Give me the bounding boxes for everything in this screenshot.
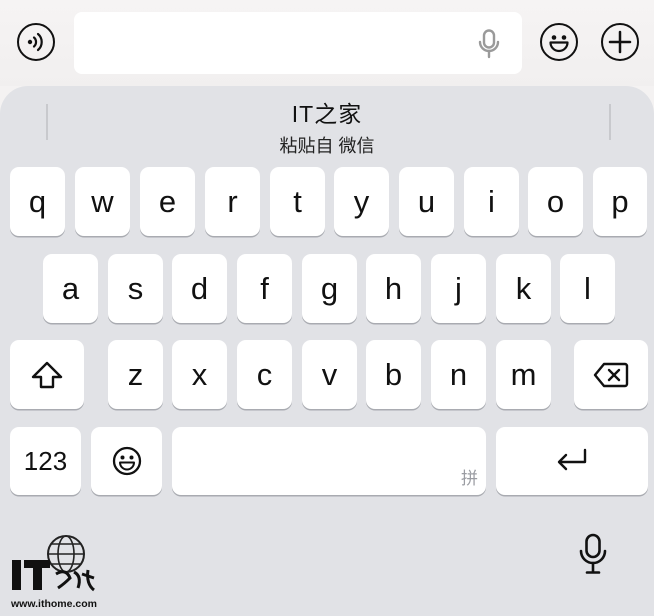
paste-source-label: 粘贴自 微信 xyxy=(279,136,375,156)
watermark-url: www.ithome.com xyxy=(11,598,97,610)
space-key[interactable]: 拼 xyxy=(172,427,486,495)
ithome-logo xyxy=(12,535,95,592)
key-k[interactable]: k xyxy=(496,254,551,323)
key-o[interactable]: o xyxy=(528,167,583,236)
chat-input-bar xyxy=(0,0,654,86)
input-method-hint: 拼 xyxy=(461,469,478,488)
key-l[interactable]: l xyxy=(560,254,615,323)
delete-icon xyxy=(593,362,629,387)
key-w[interactable]: w xyxy=(75,167,130,236)
return-icon xyxy=(557,448,587,471)
key-c[interactable]: c xyxy=(237,340,292,409)
key-v[interactable]: v xyxy=(302,340,357,409)
key-z[interactable]: z xyxy=(108,340,163,409)
shift-icon xyxy=(31,361,63,388)
delete-key[interactable] xyxy=(574,340,648,409)
key-e[interactable]: e xyxy=(140,167,195,236)
more-button[interactable] xyxy=(601,23,639,61)
key-b[interactable]: b xyxy=(366,340,421,409)
key-p[interactable]: p xyxy=(593,167,647,236)
key-n[interactable]: n xyxy=(431,340,486,409)
key-i[interactable]: i xyxy=(464,167,519,236)
key-s[interactable]: s xyxy=(108,254,163,323)
key-x[interactable]: x xyxy=(172,340,227,409)
microphone-icon[interactable] xyxy=(478,29,500,59)
emoji-icon xyxy=(549,35,569,53)
key-m[interactable]: m xyxy=(496,340,551,409)
key-h[interactable]: h xyxy=(366,254,421,323)
key-u[interactable]: u xyxy=(399,167,454,236)
key-f[interactable]: f xyxy=(237,254,292,323)
return-key[interactable] xyxy=(496,427,648,495)
plus-icon xyxy=(608,30,632,54)
message-input[interactable] xyxy=(74,12,522,74)
key-t[interactable]: t xyxy=(270,167,325,236)
numbers-key[interactable]: 123 xyxy=(10,427,81,495)
watermark: www.ithome.com xyxy=(8,530,108,614)
paste-suggestion[interactable]: IT之家 xyxy=(0,95,654,129)
voice-toggle-button[interactable] xyxy=(17,23,55,61)
dictation-button[interactable] xyxy=(578,533,608,575)
emoji-button[interactable] xyxy=(540,23,578,61)
key-d[interactable]: d xyxy=(172,254,227,323)
voice-toggle-icon xyxy=(27,32,43,52)
candidate-bar: IT之家 粘贴自 微信 xyxy=(0,86,654,160)
key-y[interactable]: y xyxy=(334,167,389,236)
key-r[interactable]: r xyxy=(205,167,260,236)
screen: IT之家 粘贴自 微信 q w e r t y u i o p a s d f … xyxy=(0,0,654,616)
emoji-key[interactable] xyxy=(91,427,162,495)
key-g[interactable]: g xyxy=(302,254,357,323)
emoji-icon xyxy=(112,446,141,476)
shift-key[interactable] xyxy=(10,340,84,409)
key-j[interactable]: j xyxy=(431,254,486,323)
key-a[interactable]: a xyxy=(43,254,98,323)
key-q[interactable]: q xyxy=(10,167,65,236)
